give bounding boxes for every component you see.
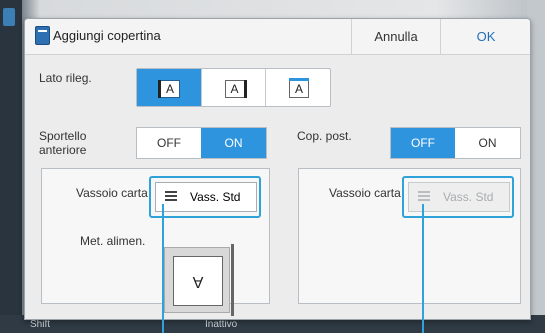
front-cover-panel: Vassoio carta Vass. Std Met. alimen. A	[41, 168, 270, 316]
back-cover-toggle: OFF ON	[390, 127, 521, 159]
ok-button[interactable]: OK	[440, 19, 530, 54]
front-cover-off-option[interactable]: OFF	[137, 128, 201, 158]
binding-left-icon: A	[158, 79, 180, 98]
feed-method-graphic: A	[164, 244, 234, 316]
binding-top-option[interactable]: A	[266, 69, 330, 106]
binding-right-icon: A	[224, 79, 247, 98]
back-tray-highlight	[402, 176, 514, 218]
background-status-text: Inattivo	[205, 319, 238, 330]
cover-icon	[35, 26, 50, 45]
back-cover-off-option[interactable]: OFF	[391, 128, 455, 158]
binding-side-selector: A A A	[136, 68, 331, 107]
dialog-titlebar: Aggiungi copertina Annulla OK	[25, 19, 530, 55]
feed-method-label: Met. alimen.	[80, 234, 146, 248]
back-tray-label: Vassoio carta	[329, 186, 401, 200]
binding-left-option[interactable]: A	[137, 69, 202, 106]
background-shift-text: Shift	[30, 319, 51, 330]
add-cover-dialog: Aggiungi copertina Annulla OK Lato rileg…	[24, 18, 531, 320]
cancel-button[interactable]: Annulla	[351, 19, 440, 54]
background-left-strip	[0, 0, 22, 333]
front-cover-toggle: OFF ON	[136, 127, 267, 159]
back-cover-panel: Vassoio carta Vass. Std	[298, 168, 521, 304]
front-tray-highlight	[149, 176, 261, 218]
dialog-title: Aggiungi copertina	[53, 28, 161, 43]
front-tray-callout-line	[162, 204, 164, 333]
front-cover-label: Sportello anteriore	[39, 129, 87, 157]
feed-paper-icon: A	[173, 256, 223, 306]
back-cover-label: Cop. post.	[297, 129, 352, 143]
front-cover-on-option[interactable]: ON	[201, 128, 266, 158]
front-tray-label: Vassoio carta	[76, 186, 148, 200]
binding-right-option[interactable]: A	[202, 69, 266, 106]
background-icon	[3, 8, 15, 26]
binding-side-label: Lato rileg.	[39, 71, 92, 85]
back-cover-on-option[interactable]: ON	[455, 128, 520, 158]
back-tray-callout-line	[422, 204, 424, 333]
feed-slot-icon	[231, 244, 234, 316]
binding-top-icon: A	[289, 77, 309, 98]
